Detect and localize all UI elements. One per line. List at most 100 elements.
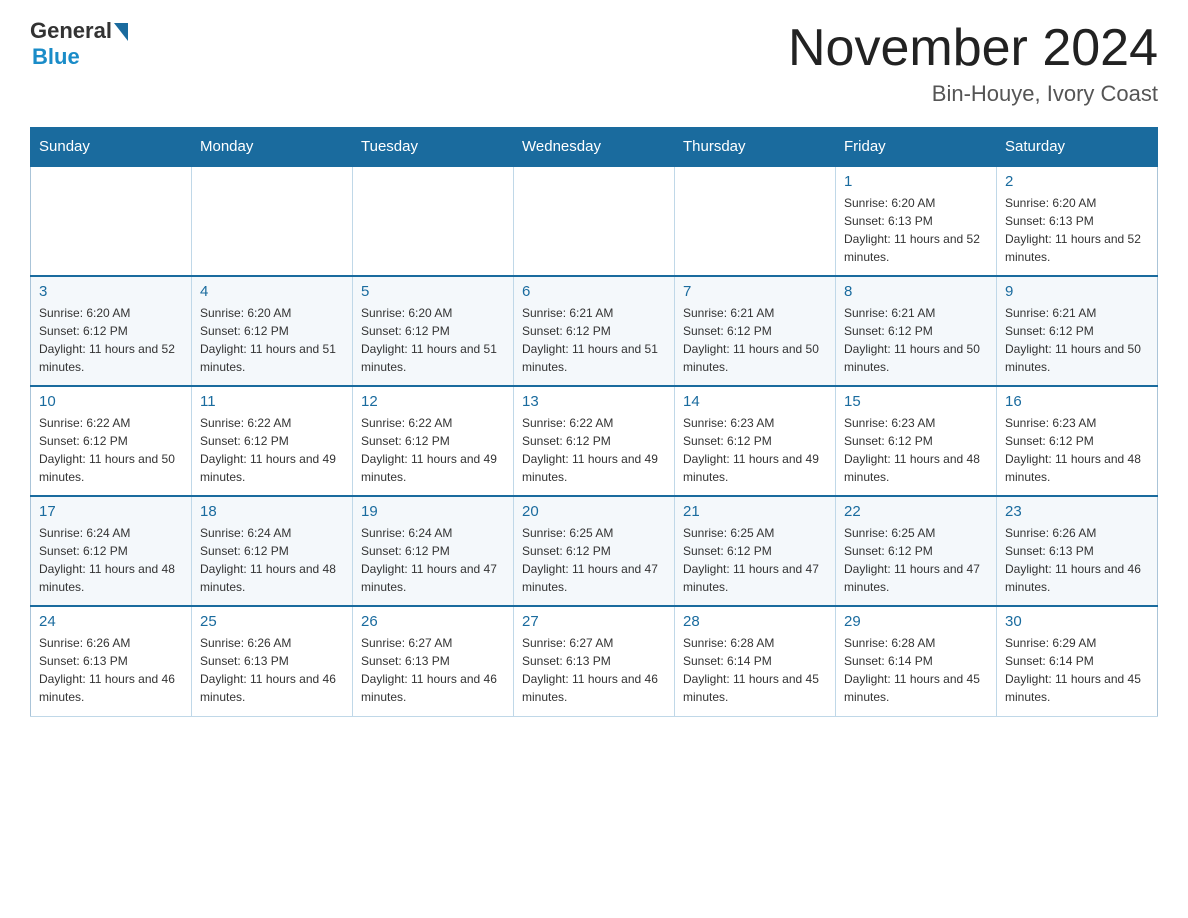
table-row: 13 Sunrise: 6:22 AMSunset: 6:12 PMDayligh… [514,386,675,496]
weekday-header-row: Sunday Monday Tuesday Wednesday Thursday… [31,128,1158,167]
day-number: 1 [844,173,988,190]
header-saturday: Saturday [997,128,1158,167]
calendar-table: Sunday Monday Tuesday Wednesday Thursday… [30,127,1158,717]
month-year-title: November 2024 [788,20,1158,77]
day-number: 25 [200,613,344,630]
table-row: 24Sunrise: 6:26 AMSunset: 6:13 PMDayligh… [31,606,192,716]
table-row [675,166,836,276]
day-number: 19 [361,503,505,520]
day-info: Sunrise: 6:22 AMSunset: 6:12 PMDaylight:… [39,414,183,486]
table-row: 17 Sunrise: 6:24 AMSunset: 6:12 PMDayligh… [31,496,192,606]
day-info: Sunrise: 6:26 AMSunset: 6:13 PMDaylight:… [200,634,344,706]
table-row: 16Sunrise: 6:23 AMSunset: 6:12 PMDayligh… [997,386,1158,496]
calendar-week-row: 24 Sunrise: 6:26 AMSunset: 6:13 PMDayligh… [31,606,1158,716]
table-row: 12Sunrise: 6:22 AMSunset: 6:12 PMDayligh… [353,386,514,496]
table-row: 2Sunrise: 6:20 AMSunset: 6:13 PMDaylight… [997,166,1158,276]
day-info: Sunrise: 6:20 AMSunset: 6:12 PMDaylight:… [39,304,183,376]
calendar-week-row: 1 Sunrise: 6:20 AMSunset: 6:13 PMDaylight… [31,166,1158,276]
day-number: 11 [200,393,344,410]
logo-blue-text: Blue [32,44,80,70]
table-row [353,166,514,276]
day-info: Sunrise: 6:26 AMSunset: 6:13 PMDaylight:… [1005,524,1149,596]
calendar-week-row: 17 Sunrise: 6:24 AMSunset: 6:12 PMDayligh… [31,496,1158,606]
day-number: 14 [683,393,827,410]
day-number: 3 [39,283,183,300]
table-row: 25 Sunrise: 6:26 AMSunset: 6:13 PMDayligh… [192,606,353,716]
day-number: 21 [683,503,827,520]
day-number: 26 [361,613,505,630]
header-wednesday: Wednesday [514,128,675,167]
table-row: 20 Sunrise: 6:25 AMSunset: 6:12 PMDayligh… [514,496,675,606]
day-number: 8 [844,283,988,300]
day-number: 28 [683,613,827,630]
table-row: 8 Sunrise: 6:21 AMSunset: 6:12 PMDaylight… [836,276,997,386]
day-number: 7 [683,283,827,300]
day-number: 27 [522,613,666,630]
day-info: Sunrise: 6:28 AMSunset: 6:14 PMDaylight:… [683,634,827,706]
page-header: General Blue November 2024 Bin-Houye, Iv… [30,20,1158,107]
day-number: 20 [522,503,666,520]
table-row: 4Sunrise: 6:20 AMSunset: 6:12 PMDaylight… [192,276,353,386]
table-row: 29 Sunrise: 6:28 AMSunset: 6:14 PMDayligh… [836,606,997,716]
day-info: Sunrise: 6:20 AMSunset: 6:12 PMDaylight:… [200,304,344,376]
table-row: 18Sunrise: 6:24 AMSunset: 6:12 PMDayligh… [192,496,353,606]
day-number: 6 [522,283,666,300]
table-row: 19 Sunrise: 6:24 AMSunset: 6:12 PMDayligh… [353,496,514,606]
table-row: 10 Sunrise: 6:22 AMSunset: 6:12 PMDayligh… [31,386,192,496]
day-info: Sunrise: 6:22 AMSunset: 6:12 PMDaylight:… [522,414,666,486]
table-row: 30Sunrise: 6:29 AMSunset: 6:14 PMDayligh… [997,606,1158,716]
day-number: 10 [39,393,183,410]
day-info: Sunrise: 6:24 AMSunset: 6:12 PMDaylight:… [361,524,505,596]
day-info: Sunrise: 6:27 AMSunset: 6:13 PMDaylight:… [522,634,666,706]
table-row [514,166,675,276]
day-info: Sunrise: 6:24 AMSunset: 6:12 PMDaylight:… [39,524,183,596]
day-info: Sunrise: 6:28 AMSunset: 6:14 PMDaylight:… [844,634,988,706]
day-number: 15 [844,393,988,410]
day-number: 17 [39,503,183,520]
day-number: 12 [361,393,505,410]
day-info: Sunrise: 6:25 AMSunset: 6:12 PMDaylight:… [683,524,827,596]
day-info: Sunrise: 6:24 AMSunset: 6:12 PMDaylight:… [200,524,344,596]
table-row: 1 Sunrise: 6:20 AMSunset: 6:13 PMDaylight… [836,166,997,276]
day-info: Sunrise: 6:21 AMSunset: 6:12 PMDaylight:… [683,304,827,376]
day-number: 24 [39,613,183,630]
table-row: 5 Sunrise: 6:20 AMSunset: 6:12 PMDaylight… [353,276,514,386]
calendar-week-row: 3 Sunrise: 6:20 AMSunset: 6:12 PMDaylight… [31,276,1158,386]
day-info: Sunrise: 6:27 AMSunset: 6:13 PMDaylight:… [361,634,505,706]
location-subtitle: Bin-Houye, Ivory Coast [788,81,1158,107]
day-number: 13 [522,393,666,410]
table-row: 9Sunrise: 6:21 AMSunset: 6:12 PMDaylight… [997,276,1158,386]
day-info: Sunrise: 6:20 AMSunset: 6:12 PMDaylight:… [361,304,505,376]
logo: General Blue [30,20,128,70]
day-info: Sunrise: 6:21 AMSunset: 6:12 PMDaylight:… [844,304,988,376]
day-number: 29 [844,613,988,630]
day-info: Sunrise: 6:23 AMSunset: 6:12 PMDaylight:… [683,414,827,486]
day-info: Sunrise: 6:21 AMSunset: 6:12 PMDaylight:… [522,304,666,376]
table-row: 23 Sunrise: 6:26 AMSunset: 6:13 PMDayligh… [997,496,1158,606]
day-info: Sunrise: 6:23 AMSunset: 6:12 PMDaylight:… [844,414,988,486]
table-row: 26 Sunrise: 6:27 AMSunset: 6:13 PMDayligh… [353,606,514,716]
table-row: 28 Sunrise: 6:28 AMSunset: 6:14 PMDayligh… [675,606,836,716]
table-row: 15 Sunrise: 6:23 AMSunset: 6:12 PMDayligh… [836,386,997,496]
table-row: 11 Sunrise: 6:22 AMSunset: 6:12 PMDayligh… [192,386,353,496]
day-info: Sunrise: 6:22 AMSunset: 6:12 PMDaylight:… [200,414,344,486]
header-thursday: Thursday [675,128,836,167]
header-tuesday: Tuesday [353,128,514,167]
header-monday: Monday [192,128,353,167]
logo-arrow-icon [114,23,128,41]
day-number: 22 [844,503,988,520]
table-row [31,166,192,276]
day-number: 9 [1005,283,1149,300]
day-info: Sunrise: 6:23 AMSunset: 6:12 PMDaylight:… [1005,414,1149,486]
day-number: 2 [1005,173,1149,190]
day-number: 23 [1005,503,1149,520]
table-row: 22 Sunrise: 6:25 AMSunset: 6:12 PMDayligh… [836,496,997,606]
day-info: Sunrise: 6:29 AMSunset: 6:14 PMDaylight:… [1005,634,1149,706]
day-number: 5 [361,283,505,300]
table-row: 6 Sunrise: 6:21 AMSunset: 6:12 PMDaylight… [514,276,675,386]
table-row: 27 Sunrise: 6:27 AMSunset: 6:13 PMDayligh… [514,606,675,716]
day-info: Sunrise: 6:25 AMSunset: 6:12 PMDaylight:… [522,524,666,596]
header-friday: Friday [836,128,997,167]
day-info: Sunrise: 6:25 AMSunset: 6:12 PMDaylight:… [844,524,988,596]
day-info: Sunrise: 6:20 AMSunset: 6:13 PMDaylight:… [844,194,988,266]
